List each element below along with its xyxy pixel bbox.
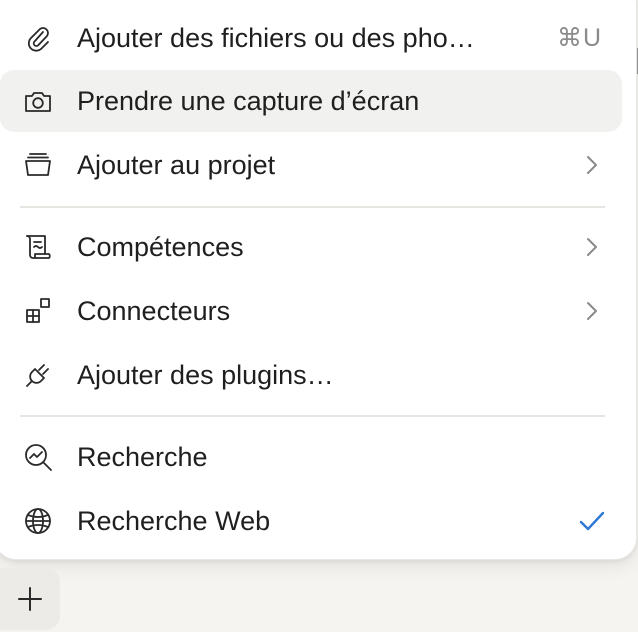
add-attachment-button[interactable] [0,568,60,630]
menu-item-label: Ajouter des fichiers ou des pho… [77,23,475,53]
menu-item-add-to-project[interactable]: Ajouter au projet [0,134,622,196]
chevron-right-icon [578,233,606,261]
connectors-grid-icon [20,295,56,327]
plus-icon [18,587,42,611]
checkmark-icon [576,505,608,537]
scroll-icon [20,231,56,263]
menu-item-label: Recherche [77,442,208,472]
menu-item-label: Recherche Web [77,506,271,536]
menu-item-label: Ajouter au projet [77,150,276,180]
chevron-right-icon [578,297,606,325]
research-magnifier-icon [20,441,56,473]
menu-divider [20,415,605,417]
menu-item-take-screenshot[interactable]: Prendre une capture d’écran [0,70,622,132]
plug-icon [20,359,56,391]
menu-item-label: Ajouter des plugins… [77,360,334,390]
project-stack-icon [20,149,56,181]
attachment-menu: Ajouter des fichiers ou des pho… ⌘U Pren… [0,0,637,560]
chevron-right-icon [578,151,606,179]
menu-item-label: Compétences [77,232,244,262]
menu-item-research[interactable]: Recherche [0,426,622,488]
menu-item-web-search[interactable]: Recherche Web [0,490,622,552]
menu-item-add-plugins[interactable]: Ajouter des plugins… [0,344,622,406]
menu-item-skills[interactable]: Compétences [0,216,622,278]
menu-item-label: Prendre une capture d’écran [77,86,420,116]
paperclip-icon [20,22,56,54]
menu-item-label: Connecteurs [77,296,231,326]
camera-icon [20,85,56,117]
menu-item-connectors[interactable]: Connecteurs [0,280,622,342]
page: Ajouter des fichiers ou des pho… ⌘U Pren… [0,0,638,632]
globe-icon [20,505,56,537]
menu-divider [20,206,605,208]
menu-item-add-files[interactable]: Ajouter des fichiers ou des pho… ⌘U [0,7,622,69]
keyboard-shortcut: ⌘U [556,24,602,52]
